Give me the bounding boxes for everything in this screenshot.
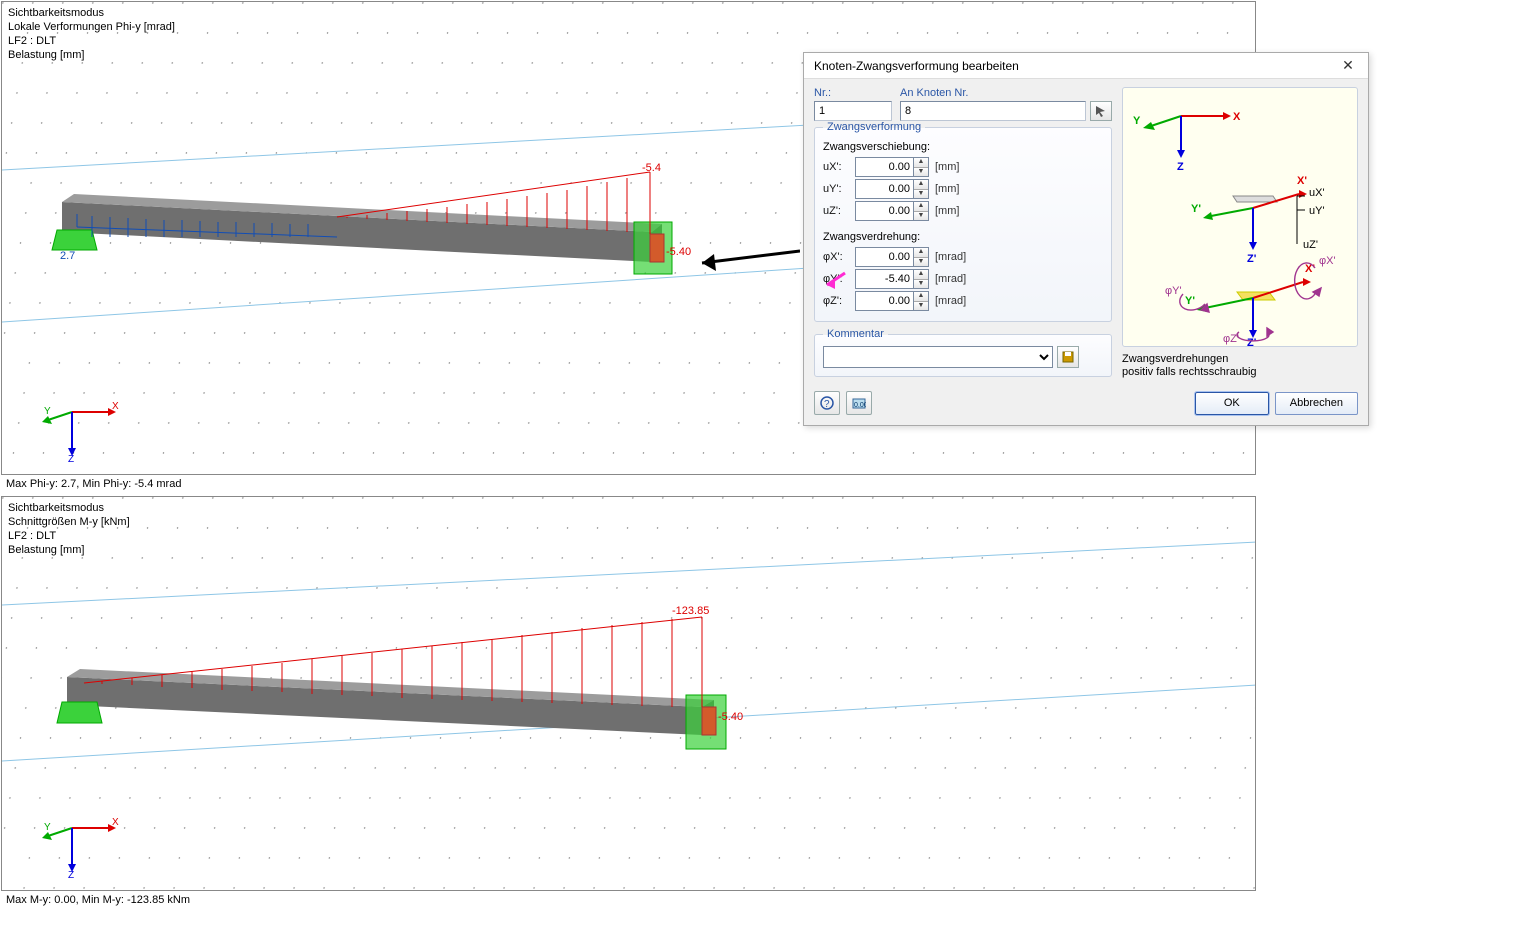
svg-text:X: X [112, 401, 119, 412]
value-label-node-rot-2: -5.40 [718, 711, 743, 723]
svg-text:uX': uX' [1309, 187, 1325, 199]
svg-text:Y': Y' [1191, 203, 1201, 215]
svg-text:Y: Y [1133, 115, 1141, 127]
uz-spinner[interactable]: ▲▼ [855, 201, 929, 221]
uy-spinner[interactable]: ▲▼ [855, 179, 929, 199]
pick-node-button[interactable] [1090, 101, 1112, 121]
svg-text:?: ? [824, 399, 830, 410]
svg-text:Z: Z [1177, 161, 1184, 173]
phiz-input[interactable] [855, 291, 913, 311]
svg-text:Y': Y' [1185, 295, 1195, 307]
footer-stat-2: Max M-y: 0.00, Min M-y: -123.85 kNm [6, 894, 1511, 906]
diagram-hint: Zwangsverdrehungen positiv falls rechtss… [1122, 353, 1358, 379]
ux-input[interactable] [855, 157, 913, 177]
svg-text:Y: Y [44, 406, 51, 417]
viewport-moment[interactable]: Sichtbarkeitsmodus Schnittgrößen M-y [kN… [1, 496, 1256, 891]
overlay-text-1: Sichtbarkeitsmodus Lokale Verformungen P… [8, 6, 175, 62]
axes-triad-1: X Y Z [42, 382, 122, 462]
dialog-title: Knoten-Zwangsverformung bearbeiten [814, 59, 1328, 73]
support-left [52, 230, 97, 250]
phiz-spinner[interactable]: ▲▼ [855, 291, 929, 311]
at-node-label: An Knoten Nr. [900, 87, 1112, 99]
svg-text:φX': φX' [1319, 255, 1336, 267]
svg-text:0.00: 0.00 [854, 402, 866, 409]
support-right-inner [650, 234, 664, 262]
svg-text:X: X [1233, 111, 1241, 123]
dialog-titlebar[interactable]: Knoten-Zwangsverformung bearbeiten ✕ [804, 53, 1368, 79]
axes-triad-2: X Y Z [42, 798, 122, 878]
svg-text:Z: Z [68, 870, 74, 878]
disp-sublabel: Zwangsverschiebung: [823, 141, 1103, 153]
rot-sublabel: Zwangsverdrehung: [823, 231, 1103, 243]
at-node-input[interactable] [900, 101, 1086, 121]
axis-diagram: X Y Z X' uX' Y' [1123, 88, 1359, 348]
units-button[interactable]: 0.00 [846, 391, 872, 415]
nr-label: Nr.: [814, 87, 892, 99]
help-button[interactable]: ? [814, 391, 840, 415]
nr-input[interactable] [814, 101, 892, 121]
units-icon: 0.00 [852, 396, 866, 410]
svg-text:X': X' [1297, 175, 1307, 187]
ux-spinner[interactable]: ▲▼ [855, 157, 929, 177]
comment-combo[interactable] [823, 346, 1053, 368]
overlay-text-2: Sichtbarkeitsmodus Schnittgrößen M-y [kN… [8, 501, 130, 557]
svg-text:Z': Z' [1247, 337, 1257, 348]
save-icon [1062, 351, 1074, 363]
uz-input[interactable] [855, 201, 913, 221]
help-icon: ? [820, 396, 834, 410]
spin-up-icon[interactable]: ▲ [914, 158, 928, 167]
cancel-button[interactable]: Abbrechen [1275, 392, 1358, 415]
phiy-input[interactable] [855, 269, 913, 289]
svg-text:Y: Y [44, 822, 51, 833]
svg-text:Z: Z [68, 454, 74, 462]
svg-text:uY': uY' [1309, 205, 1325, 217]
svg-text:φY': φY' [1165, 285, 1182, 297]
footer-stat-1: Max Phi-y: 2.7, Min Phi-y: -5.4 mrad [6, 478, 1511, 490]
phiy-spinner[interactable]: ▲▼ [855, 269, 929, 289]
svg-text:X': X' [1305, 263, 1315, 275]
pick-icon [1095, 105, 1107, 117]
value-label-node-rot: -5.40 [666, 246, 691, 258]
value-label-moment: -123.85 [672, 605, 709, 617]
close-icon[interactable]: ✕ [1328, 53, 1368, 79]
phix-input[interactable] [855, 247, 913, 267]
value-label-max-neg: -5.4 [642, 162, 661, 174]
ok-button[interactable]: OK [1195, 392, 1269, 415]
axis-diagram-panel: X Y Z X' uX' Y' [1122, 87, 1358, 347]
svg-text:uZ': uZ' [1303, 239, 1318, 251]
svg-text:φZ': φZ' [1223, 333, 1239, 345]
group-deformation: Zwangsverformung Zwangsverschiebung: uX'… [814, 121, 1112, 322]
scene-3d-2 [2, 497, 1256, 891]
save-comment-button[interactable] [1057, 346, 1079, 368]
spin-down-icon[interactable]: ▼ [914, 167, 928, 176]
phix-spinner[interactable]: ▲▼ [855, 247, 929, 267]
dialog-nodal-deformation: Knoten-Zwangsverformung bearbeiten ✕ Nr.… [803, 52, 1369, 426]
svg-text:X: X [112, 817, 119, 828]
uy-input[interactable] [855, 179, 913, 199]
svg-text:Z': Z' [1247, 253, 1257, 265]
group-comment: Kommentar [814, 328, 1112, 377]
value-label-pos: 2.7 [60, 250, 75, 262]
